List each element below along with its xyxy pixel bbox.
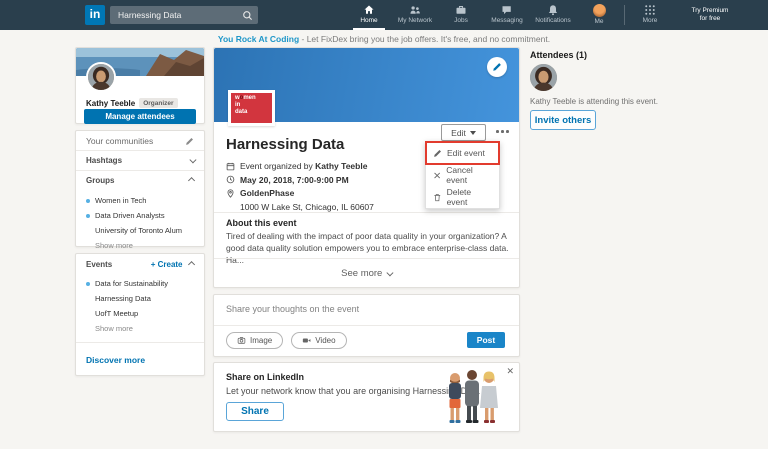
divider	[214, 325, 519, 326]
organizer-name[interactable]: Kathy Teeble	[86, 99, 135, 108]
notifications-icon	[547, 4, 559, 16]
nav-item-jobs[interactable]: Jobs	[438, 0, 484, 30]
promo-brand-link[interactable]: You Rock At Coding	[218, 34, 299, 44]
sidebar-section-groups[interactable]: Groups	[76, 170, 204, 190]
organizer-avatar[interactable]	[86, 62, 116, 92]
edit-dropdown-button[interactable]: Edit	[441, 124, 486, 141]
communities-title: Your communities	[86, 136, 153, 146]
menu-item-cancel-event[interactable]: Cancel event	[426, 164, 499, 186]
events-section-label: Events	[86, 260, 151, 269]
event-item[interactable]: UofT Meetup	[76, 306, 204, 321]
see-more-button[interactable]: See more	[214, 258, 519, 287]
promo-banner: You Rock At Coding - Let FixDex bring yo…	[0, 30, 768, 47]
sidebar-section-hashtags[interactable]: Hashtags	[76, 150, 204, 170]
nav-item-me[interactable]: Me	[576, 0, 622, 30]
group-item[interactable]: Data Driven Analysts	[76, 208, 204, 223]
chevron-up-icon	[188, 178, 194, 184]
pencil-icon	[492, 62, 502, 72]
group-item[interactable]: University of Toronto Alum	[76, 223, 204, 238]
unread-dot	[86, 199, 90, 203]
unread-dot	[86, 282, 90, 286]
event-item[interactable]: Data for Sustainability	[76, 276, 204, 291]
unread-dot	[86, 214, 90, 218]
attendee-status: Kathy Teeble is attending this event.	[530, 97, 658, 106]
create-event-link[interactable]: + Create	[151, 260, 183, 269]
nav-menu: Home My Network Jobs Messaging Notificat…	[346, 0, 747, 30]
linkedin-event-page: in Home My Network Jobs Messaging	[0, 0, 768, 449]
nav-divider	[624, 5, 625, 25]
clock-icon	[226, 175, 235, 184]
caret-down-icon	[470, 131, 476, 135]
overflow-menu-icon[interactable]	[496, 130, 509, 133]
chevron-down-icon	[387, 269, 393, 275]
organizer-badge: Organizer	[139, 98, 177, 108]
linkedin-logo[interactable]: in	[85, 5, 105, 25]
nav-item-more[interactable]: More	[627, 0, 673, 30]
messaging-icon	[501, 4, 513, 16]
edit-banner-button[interactable]	[487, 57, 507, 77]
attendee-avatar[interactable]	[530, 64, 557, 91]
nav-item-home[interactable]: Home	[346, 0, 392, 30]
chevron-up-icon	[188, 262, 194, 268]
share-on-linkedin-card: Share on LinkedIn Let your network know …	[213, 362, 520, 432]
video-icon	[302, 336, 311, 345]
composer-input[interactable]: Share your thoughts on the event	[226, 304, 359, 314]
try-premium-link[interactable]: Try Premium for free	[673, 0, 747, 30]
home-icon	[363, 4, 375, 16]
manage-attendees-button[interactable]: Manage attendees	[84, 109, 196, 124]
discover-more-link[interactable]: Discover more	[86, 355, 145, 365]
me-avatar	[593, 4, 606, 17]
menu-item-edit-event[interactable]: Edit event	[426, 142, 499, 164]
nav-item-notifications[interactable]: Notifications	[530, 0, 576, 30]
x-icon	[433, 171, 441, 180]
organizer-profile-card: Kathy Teeble Organizer Manage attendees	[75, 47, 205, 124]
event-address: 1000 W Lake St, Chicago, IL 60607	[240, 202, 374, 212]
top-navbar: in Home My Network Jobs Messaging	[0, 0, 768, 30]
post-composer-card: Share your thoughts on the event Image V…	[213, 294, 520, 357]
pencil-icon	[433, 149, 442, 158]
organizer-name-link[interactable]: Kathy Teeble	[315, 161, 367, 171]
group-item[interactable]: Women in Tech	[76, 193, 204, 208]
trash-icon	[433, 193, 442, 202]
video-button[interactable]: Video	[291, 332, 346, 349]
events-show-more[interactable]: Show more	[76, 321, 204, 337]
image-button[interactable]: Image	[226, 332, 283, 349]
chevron-down-icon	[189, 157, 195, 163]
nav-item-my-network[interactable]: My Network	[392, 0, 438, 30]
communities-card: Your communities Hashtags Groups Women i…	[75, 130, 205, 247]
jobs-icon	[455, 4, 467, 16]
close-icon[interactable]: ✕	[506, 366, 514, 377]
divider	[214, 212, 519, 213]
post-button[interactable]: Post	[467, 332, 505, 348]
share-card-title: Share on LinkedIn	[226, 372, 304, 382]
my-network-icon	[409, 4, 421, 16]
organizer-row: Event organized by Kathy Teeble	[226, 161, 374, 171]
edit-dropdown-menu: Edit event Cancel event Delete event	[425, 141, 500, 209]
invite-others-button[interactable]: Invite others	[530, 110, 596, 130]
more-grid-icon	[644, 4, 656, 16]
edit-communities-icon[interactable]	[185, 137, 194, 146]
event-item[interactable]: Harnessing Data	[76, 291, 204, 306]
groups-show-more[interactable]: Show more	[76, 238, 204, 254]
event-title: Harnessing Data	[226, 136, 344, 153]
promo-text: - Let FixDex bring you the job offers. I…	[299, 34, 550, 44]
menu-item-delete-event[interactable]: Delete event	[426, 186, 499, 208]
location-pin-icon	[226, 189, 235, 198]
search-icon	[242, 10, 253, 21]
share-button[interactable]: Share	[226, 402, 284, 421]
camera-icon	[237, 336, 246, 345]
search-box	[110, 6, 258, 24]
event-logo: women in data	[228, 90, 275, 126]
about-title: About this event	[226, 218, 297, 228]
event-detail-card: women in data Edit Edit event Cancel eve…	[213, 47, 520, 288]
location-row: GoldenPhase	[226, 188, 374, 198]
attendees-title: Attendees (1)	[530, 50, 587, 60]
calendar-icon	[226, 162, 235, 171]
events-card: Events + Create Data for Sustainability …	[75, 253, 205, 376]
nav-item-messaging[interactable]: Messaging	[484, 0, 530, 30]
search-input[interactable]	[110, 6, 258, 24]
datetime-row: May 20, 2018, 7:00-9:00 PM	[226, 175, 374, 185]
people-illustration	[441, 366, 503, 433]
